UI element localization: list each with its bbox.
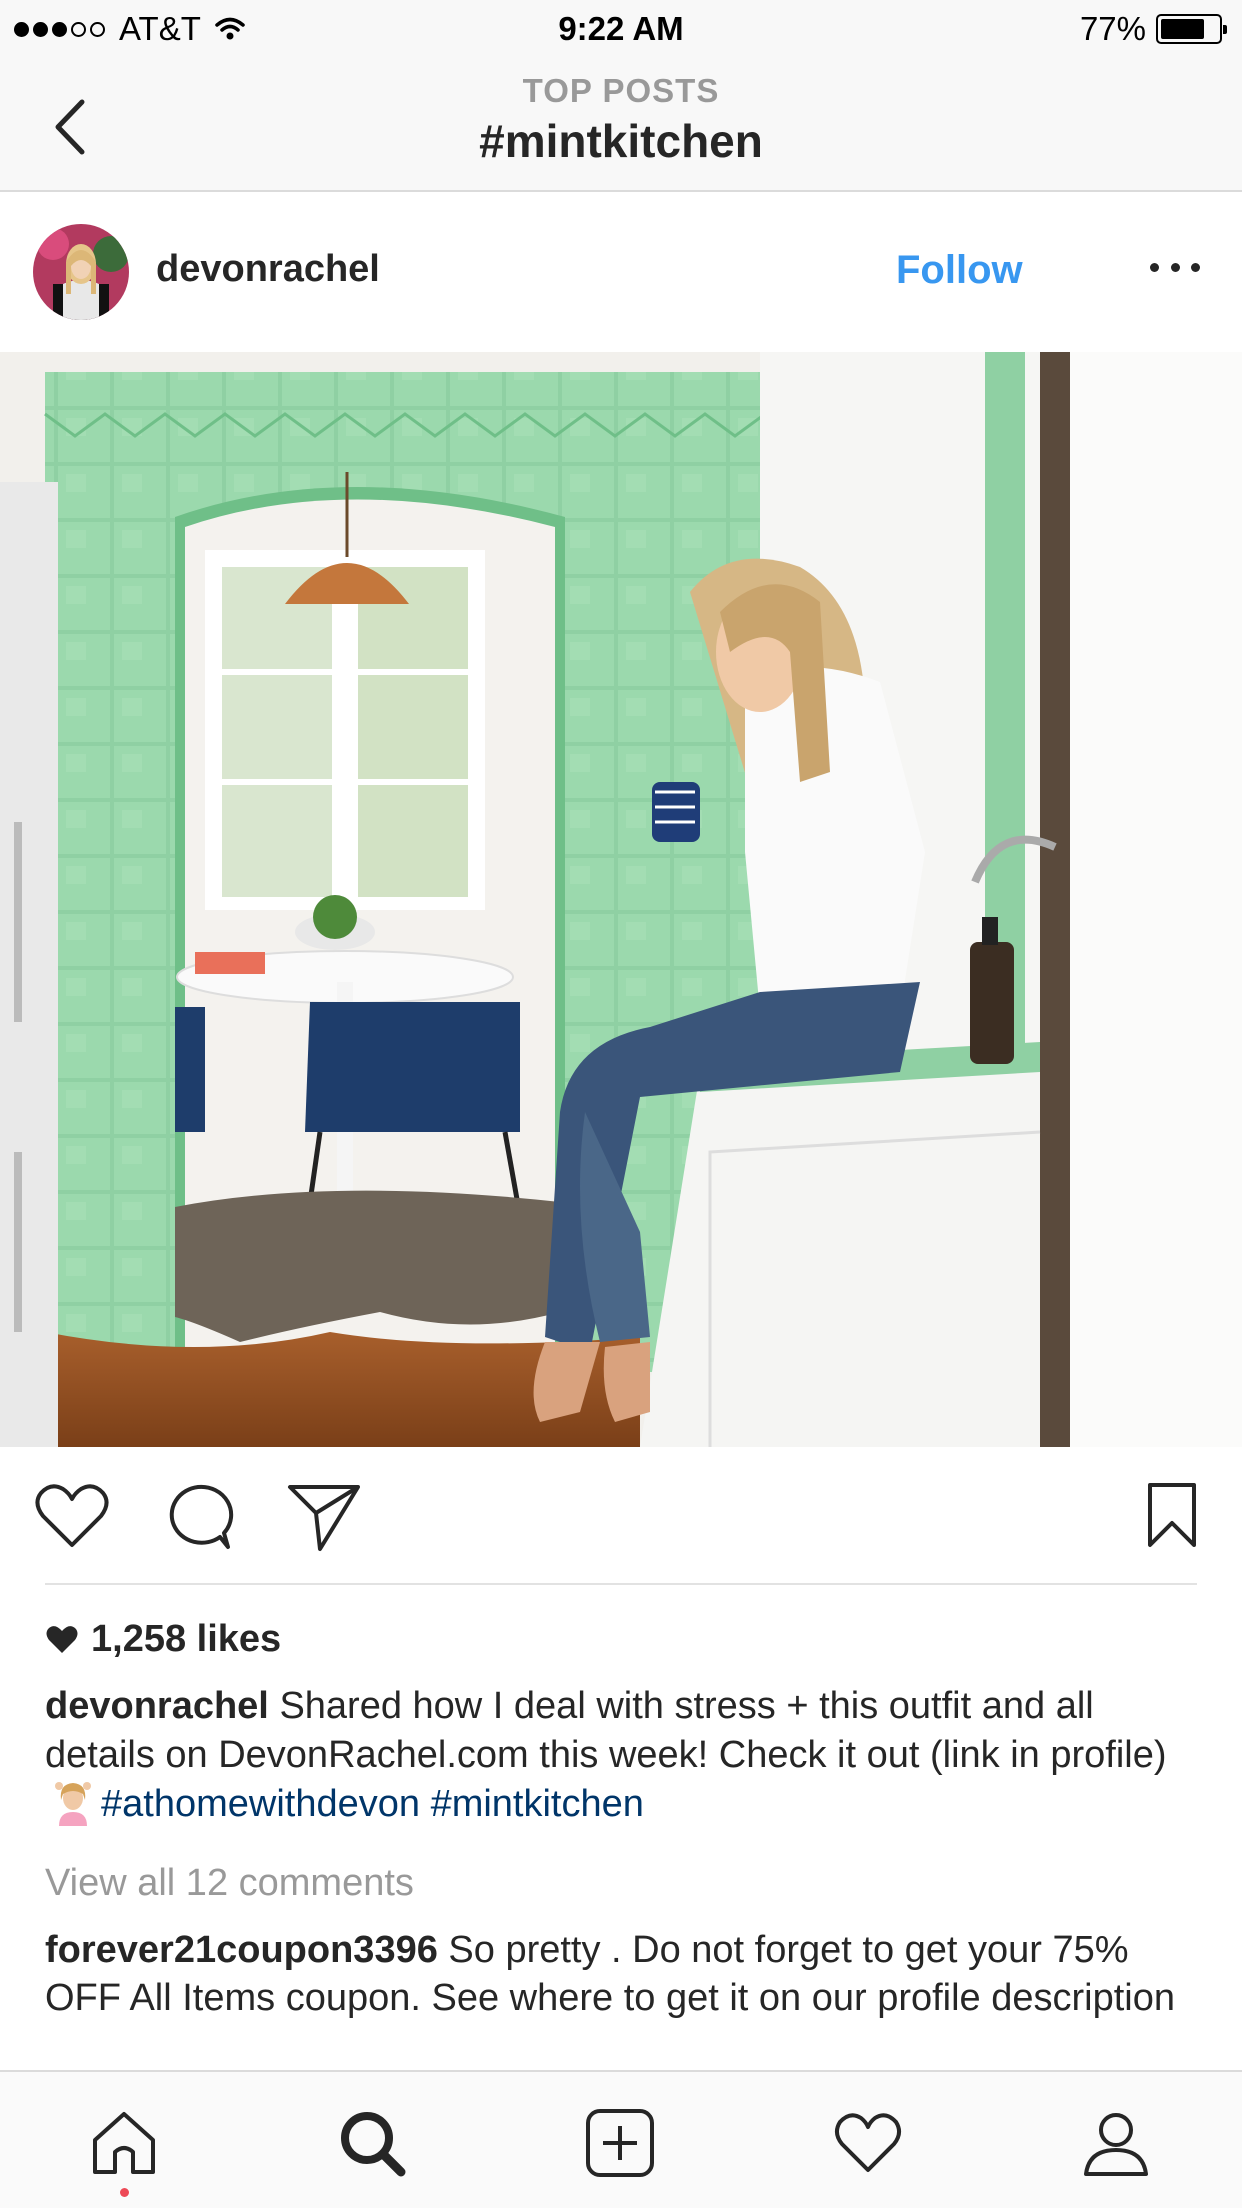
person-gesturing-ok-emoji-icon <box>55 1782 91 1826</box>
activity-heart-icon[interactable] <box>833 2108 903 2178</box>
post-username[interactable]: devonrachel <box>156 248 380 291</box>
hashtag-link[interactable]: #mintkitchen <box>431 1783 644 1825</box>
status-time: 9:22 AM <box>558 10 684 47</box>
battery-percent: 77% <box>1079 10 1146 47</box>
heart-icon[interactable] <box>33 1481 111 1551</box>
heart-filled-icon <box>46 1625 78 1653</box>
status-bar: AT&T 9:22 AM 77% <box>0 0 1242 62</box>
more-horizontal-icon[interactable] <box>1150 252 1200 282</box>
home-icon[interactable] <box>89 2108 159 2178</box>
post-photo[interactable] <box>0 352 1242 1447</box>
add-post-icon[interactable] <box>585 2108 655 2178</box>
nav-subtitle: TOP POSTS <box>522 72 720 109</box>
divider <box>45 1583 1197 1585</box>
follow-button[interactable]: Follow <box>896 248 1023 293</box>
comment-icon[interactable] <box>162 1481 234 1553</box>
hashtag-link[interactable]: #athomewithdevon <box>101 1783 420 1825</box>
nav-header: TOP POSTS #mintkitchen <box>0 62 1242 192</box>
page-title: #mintkitchen <box>479 115 763 167</box>
comment-author[interactable]: forever21coupon3396 <box>45 1929 438 1971</box>
battery-status: 77% <box>1079 10 1227 48</box>
notification-dot <box>120 2188 129 2197</box>
battery-icon <box>1156 14 1227 44</box>
tab-bar <box>0 2070 1242 2208</box>
avatar[interactable] <box>33 224 129 320</box>
post-header: devonrachel Follow <box>0 192 1242 352</box>
bookmark-icon[interactable] <box>1146 1481 1198 1549</box>
comment: forever21coupon3396 So pretty . Do not f… <box>45 1926 1210 2022</box>
caption-author[interactable]: devonrachel <box>45 1685 269 1727</box>
likes-count[interactable]: 1,258 likes <box>45 1618 281 1661</box>
likes-label: 1,258 likes <box>91 1618 282 1660</box>
share-icon[interactable] <box>286 1481 362 1553</box>
view-all-comments-link[interactable]: View all 12 comments <box>45 1862 414 1905</box>
post-caption: devonrachel Shared how I deal with stres… <box>45 1682 1210 1829</box>
post-actions <box>0 1447 1242 1582</box>
profile-icon[interactable] <box>1081 2108 1151 2178</box>
search-icon[interactable] <box>337 2108 407 2178</box>
